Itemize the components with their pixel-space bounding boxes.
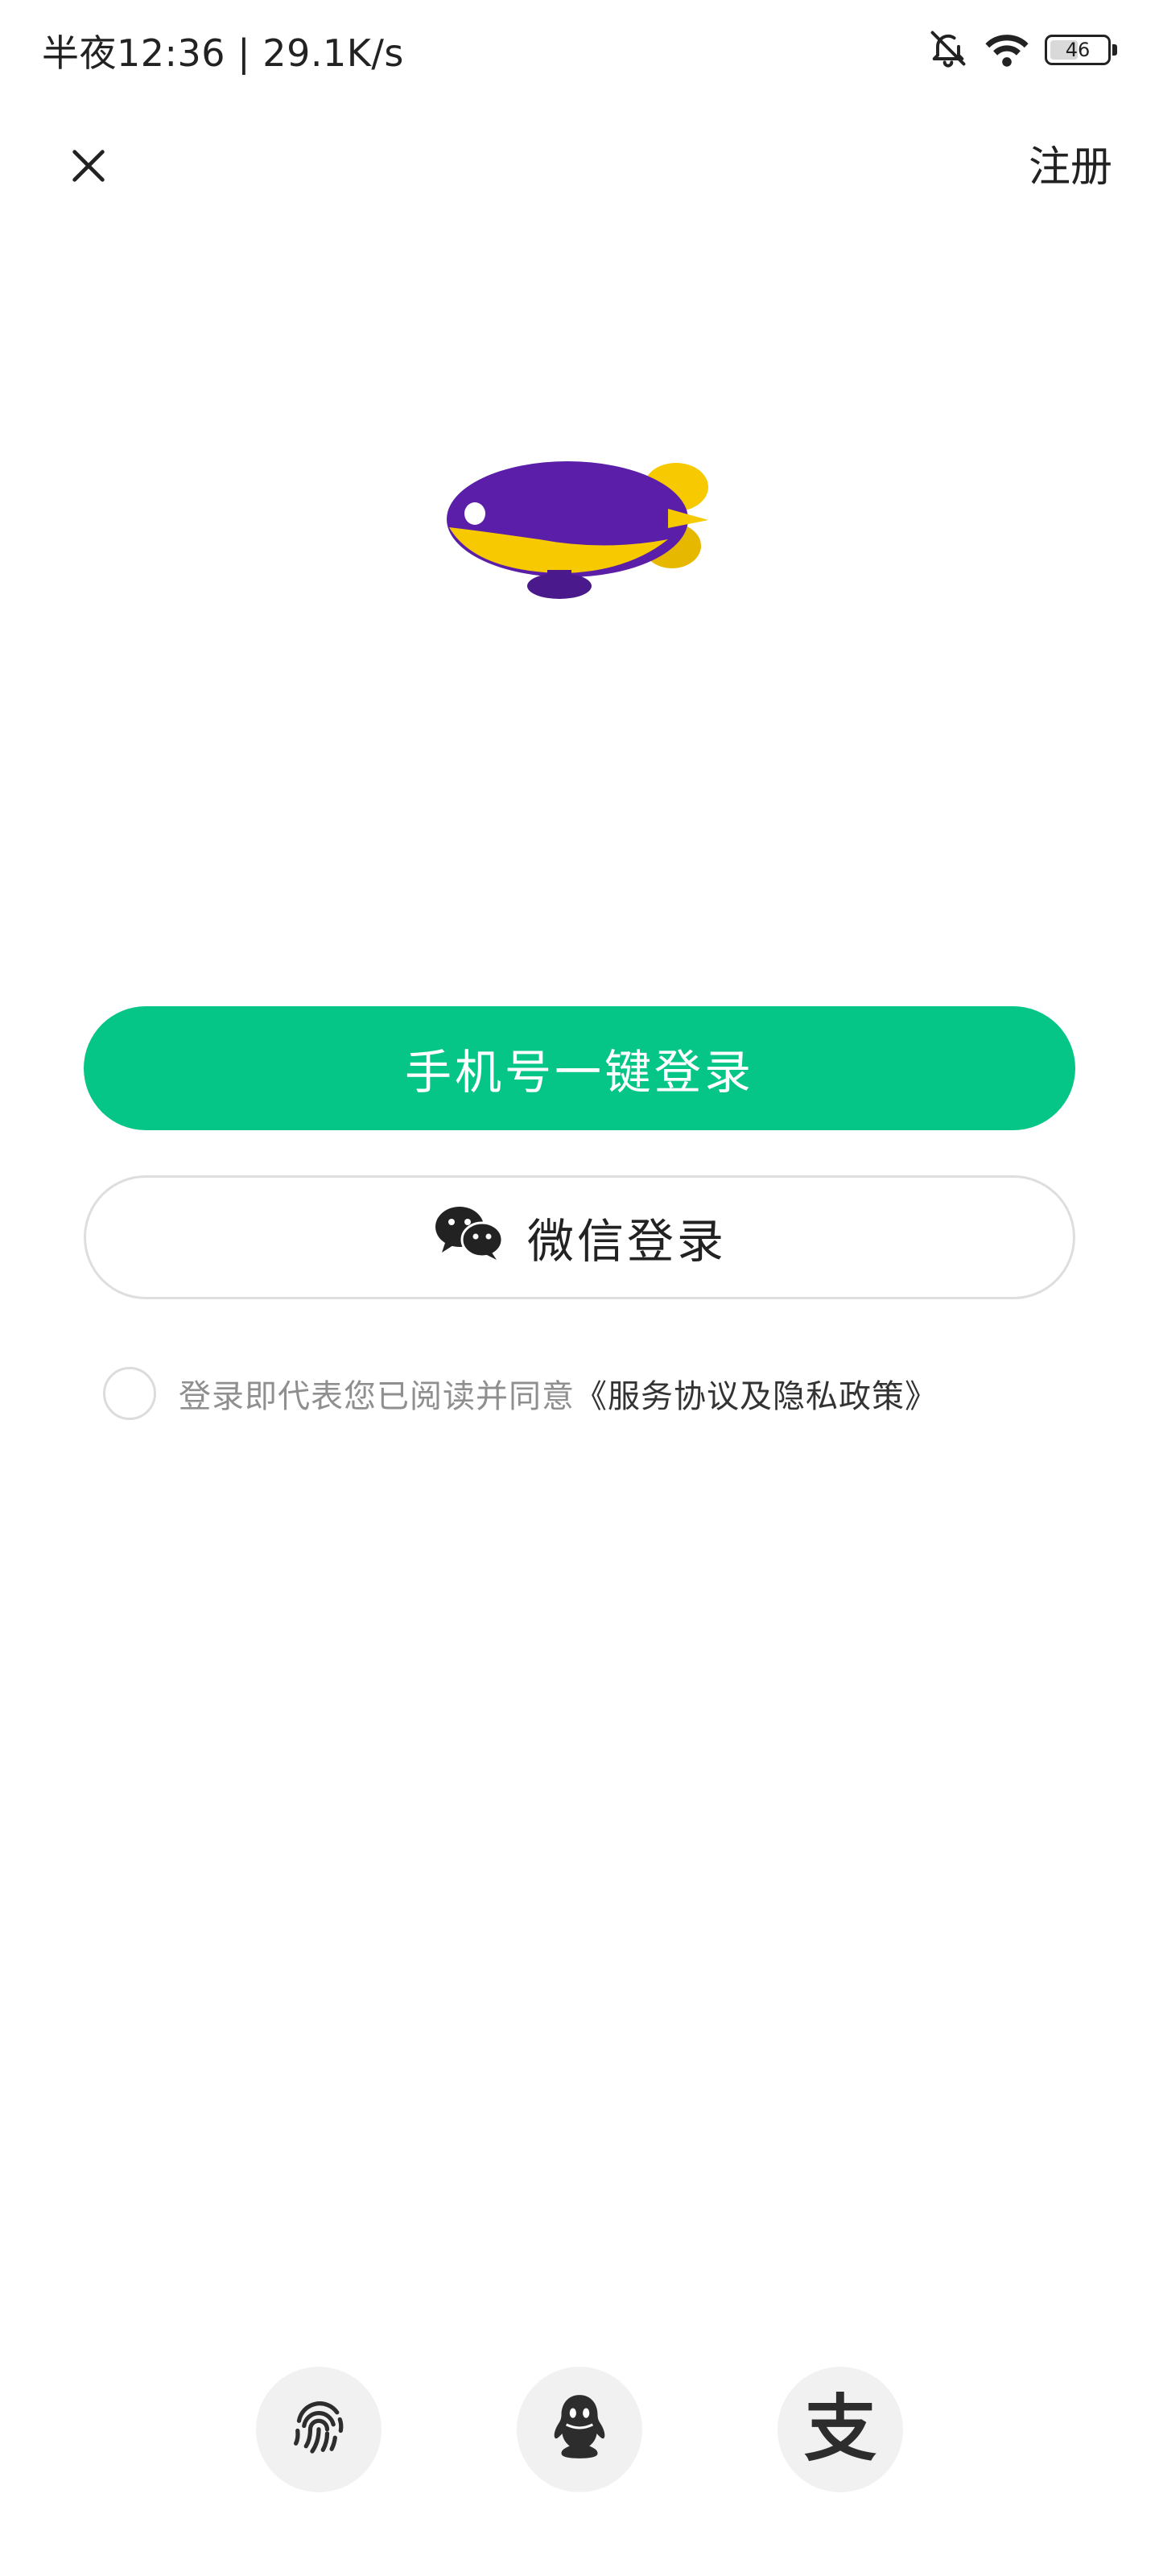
fingerprint-icon	[285, 2394, 353, 2465]
phone-quick-login-label: 手机号一键登录	[404, 1045, 754, 1100]
alipay-login-button[interactable]: 支	[777, 2367, 903, 2492]
phone-quick-login-button[interactable]: 手机号一键登录	[84, 1006, 1075, 1130]
qq-login-button[interactable]	[517, 2367, 642, 2492]
agreement-text: 登录即代表您已阅读并同意	[179, 1378, 575, 1415]
agreement-policy-link[interactable]: 《服务协议及隐私政策》	[575, 1370, 938, 1417]
blimp-mascot	[427, 451, 732, 612]
close-button[interactable]	[56, 135, 121, 200]
status-bar: 半夜12:36 | 29.1K/s 46	[0, 0, 1159, 97]
wechat-login-label: 微信登录	[526, 1214, 727, 1269]
wechat-login-button[interactable]: 微信登录	[84, 1175, 1075, 1299]
status-time: 半夜12:36 | 29.1K/s	[42, 31, 404, 75]
wechat-icon	[432, 1203, 505, 1272]
wifi-icon	[984, 27, 1030, 72]
bell-off-icon	[927, 27, 969, 72]
alipay-icon: 支	[804, 2387, 876, 2471]
status-icons: 46	[927, 24, 1117, 76]
agreement-checkbox[interactable]	[103, 1367, 156, 1420]
battery-icon: 46	[1045, 35, 1117, 65]
close-icon	[68, 145, 109, 190]
top-bar: 注册	[0, 121, 1159, 201]
fingerprint-login-button[interactable]	[256, 2367, 382, 2492]
qq-icon	[546, 2392, 613, 2467]
battery-level: 46	[1065, 39, 1091, 61]
register-link[interactable]: 注册	[1029, 135, 1112, 200]
agreement-row: 登录即代表您已阅读并同意 《服务协议及隐私政策》	[103, 1364, 938, 1422]
third-party-login: 支	[0, 2367, 1159, 2492]
